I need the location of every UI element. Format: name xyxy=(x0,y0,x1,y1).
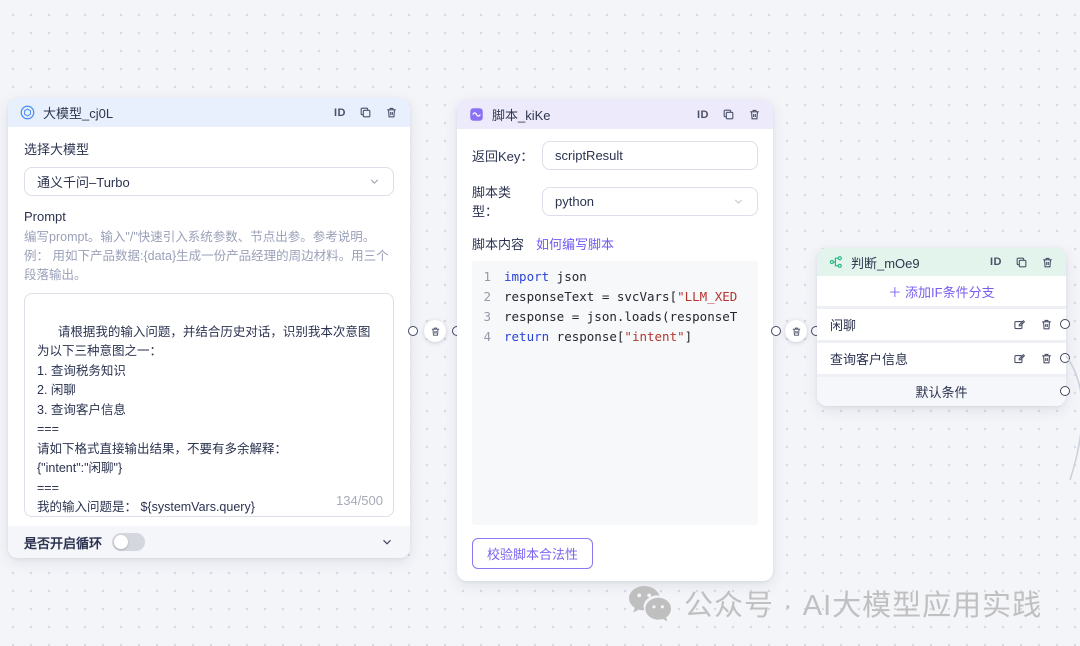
script-type-label: 脚本类型： xyxy=(472,185,512,219)
branch-list: 闲聊 查询客户信息 默认条件 xyxy=(817,306,1066,406)
line-number: 1 xyxy=(483,269,491,284)
trash-icon[interactable] xyxy=(1040,352,1053,365)
judge-node[interactable]: 判断_mOe9 ID ＋ 添加IF条件分支 闲聊 查询客户信息 默认条件 xyxy=(817,248,1066,406)
branch-row-customer-info[interactable]: 查询客户信息 xyxy=(817,343,1066,374)
script-type-value: python xyxy=(555,193,595,209)
loop-section[interactable]: 是否开启循环 xyxy=(8,526,410,558)
code-line: 3 response = json.loads(responseT xyxy=(472,307,758,327)
llm-delete-icon[interactable] xyxy=(385,106,398,119)
loop-label: 是否开启循环 xyxy=(24,535,103,551)
code-line: 2 responseText = svcVars["LLM_XED xyxy=(472,287,758,307)
judge-node-icon xyxy=(829,255,843,269)
line-number: 4 xyxy=(483,329,491,344)
script-node-icon xyxy=(469,107,484,122)
script-type-select[interactable]: python xyxy=(542,186,758,216)
script-id-button[interactable]: ID xyxy=(697,109,709,121)
char-count: 134/500 xyxy=(336,492,383,508)
judge-id-button[interactable]: ID xyxy=(990,256,1002,268)
script-copy-icon[interactable] xyxy=(722,108,735,121)
prompt-help-text: 编写prompt。输入"/"快速引入系统参数、节点出参。参考说明。 例： 用如下… xyxy=(24,230,389,282)
llm-copy-icon[interactable] xyxy=(359,106,372,119)
model-select[interactable]: 通义千问–Turbo xyxy=(24,167,394,196)
prompt-label: Prompt xyxy=(24,209,66,224)
code-token: responseText = svcVars[ xyxy=(504,289,678,304)
return-key-value: scriptResult xyxy=(555,148,623,163)
line-number: 2 xyxy=(483,289,491,304)
watermark-text: 公众号 · AI大模型应用实践 xyxy=(684,590,1043,622)
wechat-icon xyxy=(628,584,673,622)
model-select-value: 通义千问–Turbo xyxy=(37,175,130,190)
loop-chevron-down-icon[interactable] xyxy=(380,535,394,549)
code-token: json xyxy=(549,269,587,284)
code-token: return xyxy=(504,329,550,344)
loop-toggle[interactable] xyxy=(112,533,146,551)
return-key-input[interactable]: scriptResult xyxy=(542,141,758,170)
llm-id-button[interactable]: ID xyxy=(334,107,346,119)
prompt-textarea[interactable]: 请根据我的输入问题，并结合历史对话，识别我本次意图为以下三种意图之一： 1. 查… xyxy=(24,293,394,517)
default-branch-label: 默认条件 xyxy=(915,385,968,400)
code-token: response[ xyxy=(549,329,625,344)
return-key-label: 返回Key： xyxy=(472,149,534,164)
edit-icon[interactable] xyxy=(1013,352,1026,365)
chevron-down-icon xyxy=(732,195,745,208)
judge-node-header[interactable]: 判断_mOe9 ID xyxy=(817,248,1066,276)
branch-customer-info-output-port[interactable] xyxy=(1060,353,1070,363)
script-content-label: 脚本内容 xyxy=(472,237,525,252)
chevron-down-icon xyxy=(368,175,381,188)
code-editor[interactable]: 1 import json 2 responseText = svcVars["LL… xyxy=(472,261,758,525)
edge-delete-button-2[interactable] xyxy=(785,320,807,342)
branch-label: 闲聊 xyxy=(830,318,857,333)
llm-node-header[interactable]: 大模型_cj0L ID xyxy=(8,98,410,127)
how-to-write-script-link[interactable]: 如何编写脚本 xyxy=(536,234,614,253)
default-branch-row[interactable]: 默认条件 xyxy=(817,377,1066,406)
code-token: response = json.loads(responseT xyxy=(504,309,738,324)
branch-chitchat-output-port[interactable] xyxy=(1060,319,1070,329)
trash-icon[interactable] xyxy=(1040,318,1053,331)
edit-icon[interactable] xyxy=(1013,318,1026,331)
script-output-port[interactable] xyxy=(771,326,781,336)
code-token: import xyxy=(504,269,550,284)
code-line: 1 import json xyxy=(472,267,758,287)
prompt-textarea-value: 请根据我的输入问题，并结合历史对话，识别我本次意图为以下三种意图之一： 1. 查… xyxy=(37,324,371,515)
model-select-label: 选择大模型 xyxy=(24,142,90,157)
script-node-title: 脚本_kiKe xyxy=(492,108,551,123)
llm-node-icon xyxy=(20,105,35,120)
judge-copy-icon[interactable] xyxy=(1015,256,1028,269)
llm-output-port[interactable] xyxy=(408,326,418,336)
branch-label: 查询客户信息 xyxy=(830,352,909,367)
edge-delete-button-1[interactable] xyxy=(424,320,446,342)
llm-node-title: 大模型_cj0L xyxy=(43,106,114,121)
code-token: "LLM_XED xyxy=(677,289,738,304)
judge-delete-icon[interactable] xyxy=(1041,256,1054,269)
code-token: ] xyxy=(684,329,693,344)
branch-default-output-port[interactable] xyxy=(1060,386,1070,396)
validate-script-button[interactable]: 校验脚本合法性 xyxy=(472,538,594,569)
script-delete-icon[interactable] xyxy=(748,108,761,121)
judge-node-title: 判断_mOe9 xyxy=(851,255,920,271)
watermark: 公众号 · AI大模型应用实践 xyxy=(628,582,1042,624)
line-number: 3 xyxy=(483,309,491,324)
code-line: 4 return response["intent"] xyxy=(472,327,758,347)
add-if-branch-button[interactable]: ＋ 添加IF条件分支 xyxy=(817,276,1066,306)
code-token: "intent" xyxy=(624,329,685,344)
branch-row-chitchat[interactable]: 闲聊 xyxy=(817,309,1066,340)
script-node[interactable]: 脚本_kiKe ID 返回Key： scriptResult 脚本类型： pyt… xyxy=(457,100,773,581)
script-node-header[interactable]: 脚本_kiKe ID xyxy=(457,100,773,129)
llm-node[interactable]: 大模型_cj0L ID 选择大模型 通义千问–Turbo Prompt 编写pr… xyxy=(8,98,410,558)
